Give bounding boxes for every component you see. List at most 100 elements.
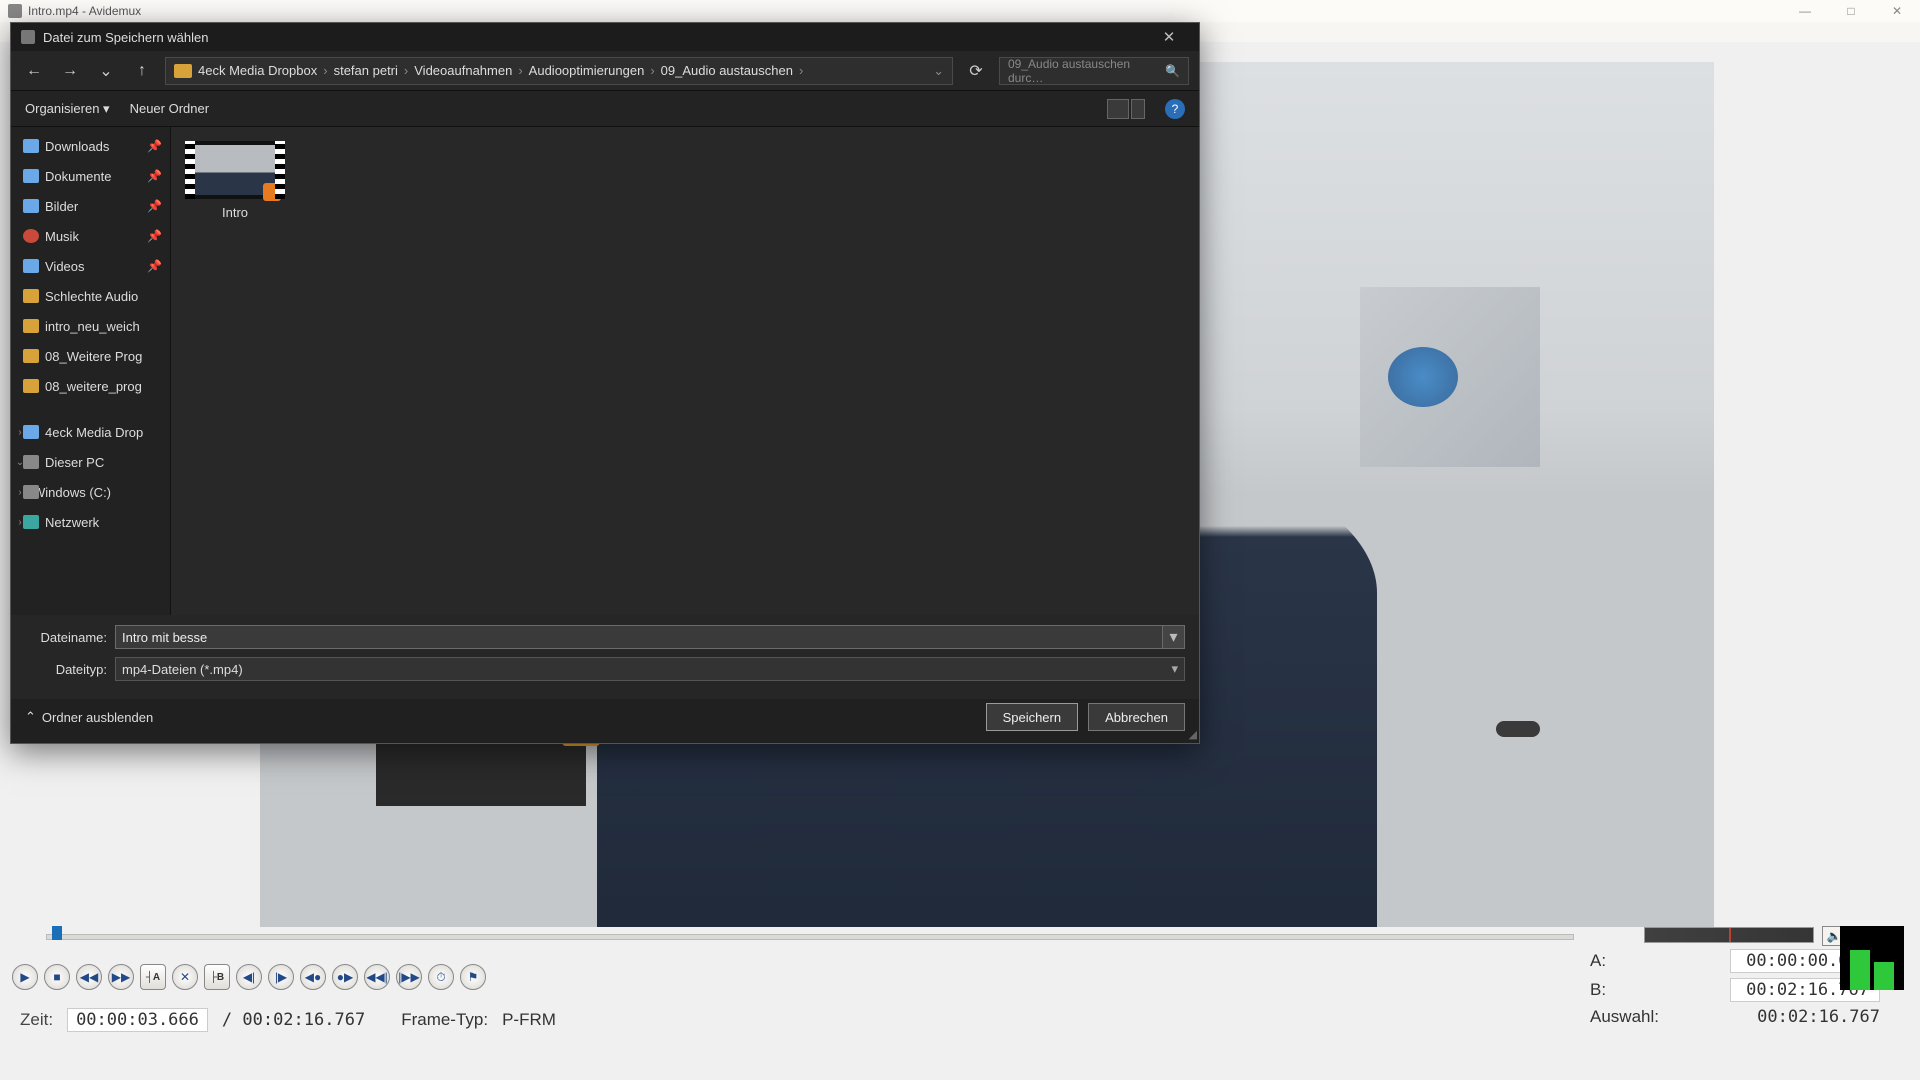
drive-icon	[23, 485, 39, 499]
sidebar-item[interactable]: Downloads📌	[11, 131, 170, 161]
sidebar-item[interactable]: Schlechte Audio	[11, 281, 170, 311]
help-button[interactable]: ?	[1165, 99, 1185, 119]
mark-a-button[interactable]: ┤A	[140, 964, 166, 990]
save-button[interactable]: Speichern	[986, 703, 1079, 731]
dialog-titlebar[interactable]: Datei zum Speichern wählen ✕	[11, 23, 1199, 51]
next-cut-button[interactable]: ●▶	[332, 964, 358, 990]
time-label: Zeit:	[20, 1010, 53, 1030]
organize-button[interactable]: Organisieren ▾	[25, 101, 110, 117]
file-item[interactable]: Intro	[185, 141, 285, 220]
next-black-button[interactable]: |▶▶	[396, 964, 422, 990]
timeline-track[interactable]	[46, 934, 1574, 940]
folder-icon	[23, 379, 39, 393]
view-mode-dropdown[interactable]	[1131, 99, 1145, 119]
sidebar-item[interactable]: Bilder📌	[11, 191, 170, 221]
duration: / 00:02:16.767	[222, 1010, 365, 1030]
next-key-button[interactable]: |▶	[268, 964, 294, 990]
a-label: A:	[1590, 951, 1606, 971]
sidebar-item-label: Netzwerk	[45, 515, 99, 530]
sidebar-item[interactable]: 08_Weitere Prog	[11, 341, 170, 371]
folder-icon	[23, 199, 39, 213]
timeline-playhead[interactable]	[52, 926, 62, 940]
folder-icon	[174, 64, 192, 78]
sidebar-item[interactable]: Musik📌	[11, 221, 170, 251]
breadcrumb-seg[interactable]: stefan petri	[334, 63, 409, 78]
sidebar-item[interactable]: 08_weitere_prog	[11, 371, 170, 401]
folder-icon	[23, 289, 39, 303]
sidebar-item-label: Videos	[45, 259, 85, 274]
sidebar-tree-item[interactable]: ›4eck Media Drop	[11, 417, 170, 447]
dialog-sidebar: Downloads📌Dokumente📌Bilder📌Musik📌Videos📌…	[11, 127, 171, 615]
prev-cut-button[interactable]: ◀●	[300, 964, 326, 990]
breadcrumb-seg[interactable]: 4eck Media Dropbox	[198, 63, 328, 78]
breadcrumb-dropdown-icon[interactable]: ⌄	[933, 63, 944, 79]
next-frame-button[interactable]: ▶▶	[108, 964, 134, 990]
dialog-fields: Dateiname: ▾ Dateityp: mp4-Dateien (*.mp…	[11, 615, 1199, 699]
sel-value: 00:02:16.767	[1757, 1007, 1880, 1027]
folder-icon	[23, 259, 39, 273]
go-time-button[interactable]: ⏱	[428, 964, 454, 990]
cancel-button[interactable]: Abbrechen	[1088, 703, 1185, 731]
sidebar-tree-item[interactable]: ›Netzwerk	[11, 507, 170, 537]
file-thumbnail	[191, 141, 279, 199]
folder-icon	[23, 139, 39, 153]
audio-meter	[1840, 926, 1904, 990]
file-badge-icon	[263, 183, 281, 201]
play-button[interactable]: ▶	[12, 964, 38, 990]
dialog-close-button[interactable]: ✕	[1149, 28, 1189, 46]
pin-icon: 📌	[147, 139, 162, 153]
resize-grip[interactable]: ◢	[1189, 728, 1197, 741]
prev-key-button[interactable]: ◀|	[236, 964, 262, 990]
sidebar-tree-item[interactable]: ⌄Dieser PC	[11, 447, 170, 477]
pin-icon: 📌	[147, 169, 162, 183]
folder-icon	[23, 349, 39, 363]
sidebar-item-label: 4eck Media Drop	[45, 425, 143, 440]
prev-black-button[interactable]: ◀◀|	[364, 964, 390, 990]
recent-button[interactable]: ⌄	[93, 58, 119, 84]
filetype-select[interactable]: mp4-Dateien (*.mp4)	[115, 657, 1185, 681]
close-button[interactable]: ✕	[1874, 0, 1920, 22]
file-name: Intro	[185, 205, 285, 220]
maximize-button[interactable]: □	[1828, 0, 1874, 22]
filename-input[interactable]	[115, 625, 1163, 649]
delete-button[interactable]: ✕	[172, 964, 198, 990]
breadcrumb-seg[interactable]: Videoaufnahmen	[414, 63, 522, 78]
back-button[interactable]: ←	[21, 58, 47, 84]
forward-button[interactable]: →	[57, 58, 83, 84]
prev-frame-button[interactable]: ◀◀	[76, 964, 102, 990]
sidebar-item-label: intro_neu_weich	[45, 319, 140, 334]
stop-button[interactable]: ■	[44, 964, 70, 990]
new-folder-button[interactable]: Neuer Ordner	[130, 101, 209, 116]
hide-folders-toggle[interactable]: ⌃ Ordner ausblenden	[25, 709, 153, 725]
sidebar-item[interactable]: Videos📌	[11, 251, 170, 281]
view-mode-button[interactable]	[1107, 99, 1129, 119]
search-placeholder: 09_Audio austauschen durc…	[1008, 57, 1165, 85]
sidebar-item-label: Dieser PC	[45, 455, 104, 470]
up-button[interactable]: ↑	[129, 58, 155, 84]
breadcrumb-seg[interactable]: 09_Audio austauschen	[661, 63, 804, 78]
sidebar-item-label: Bilder	[45, 199, 78, 214]
dialog-actions: ⌃ Ordner ausblenden Speichern Abbrechen	[11, 699, 1199, 743]
time-value[interactable]: 00:00:03.666	[67, 1008, 208, 1032]
dialog-icon	[21, 30, 35, 44]
sidebar-item[interactable]: Dokumente📌	[11, 161, 170, 191]
drive-icon	[23, 455, 39, 469]
go-marker-button[interactable]: ⚑	[460, 964, 486, 990]
search-input[interactable]: 09_Audio austauschen durc… 🔍	[999, 57, 1189, 85]
refresh-button[interactable]: ⟳	[963, 58, 989, 84]
app-icon	[8, 4, 22, 18]
minimize-button[interactable]: —	[1782, 0, 1828, 22]
dialog-toolbar: Organisieren ▾ Neuer Ordner ?	[11, 91, 1199, 127]
dialog-title: Datei zum Speichern wählen	[43, 30, 208, 45]
breadcrumb[interactable]: 4eck Media Dropbox stefan petri Videoauf…	[165, 57, 953, 85]
filetype-label: Dateityp:	[25, 662, 115, 677]
main-titlebar: Intro.mp4 - Avidemux — □ ✕	[0, 0, 1920, 22]
filename-dropdown[interactable]: ▾	[1163, 625, 1185, 649]
file-area[interactable]: Intro	[171, 127, 1199, 615]
sidebar-tree-item[interactable]: ›Windows (C:)	[11, 477, 170, 507]
transport-controls: ▶ ■ ◀◀ ▶▶ ┤A ✕ ├B ◀| |▶ ◀● ●▶ ◀◀| |▶▶ ⏱ …	[12, 964, 486, 990]
mark-b-button[interactable]: ├B	[204, 964, 230, 990]
b-label: B:	[1590, 980, 1606, 1000]
sidebar-item[interactable]: intro_neu_weich	[11, 311, 170, 341]
breadcrumb-seg[interactable]: Audiooptimierungen	[529, 63, 655, 78]
